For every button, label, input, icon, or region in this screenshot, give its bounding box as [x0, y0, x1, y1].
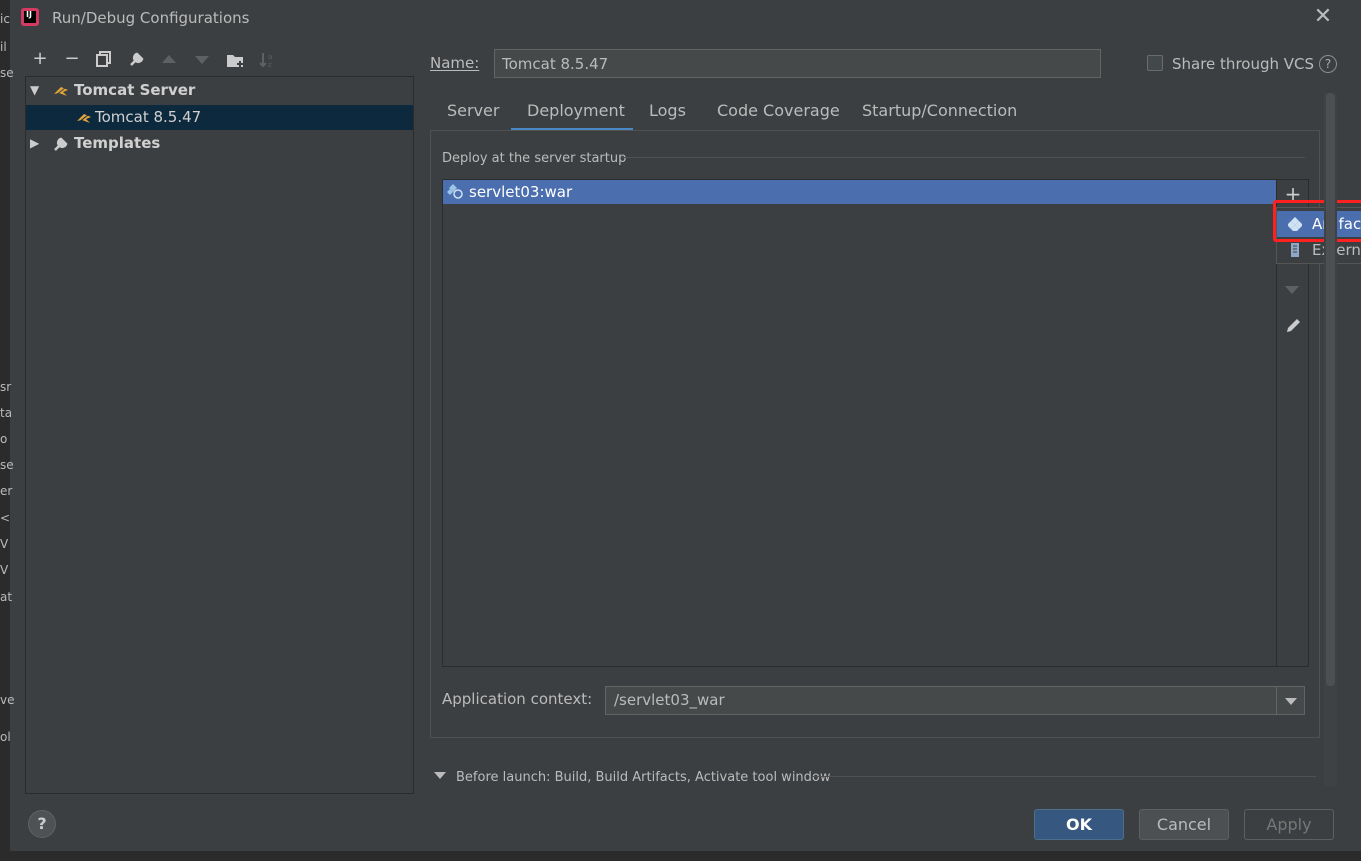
edit-defaults-button[interactable] — [128, 50, 146, 68]
application-context-label: Application context: — [442, 690, 593, 708]
background-window-bottom — [0, 851, 1361, 861]
external-source-icon — [1291, 243, 1299, 257]
highlight-annotation-box — [1273, 200, 1361, 242]
name-label: Name: — [430, 54, 480, 72]
tree-item-label: Templates — [74, 134, 161, 152]
intellij-app-icon: IJ — [21, 8, 39, 26]
copy-configuration-button[interactable] — [95, 50, 113, 68]
move-down-icon[interactable] — [195, 56, 209, 64]
before-launch-label[interactable]: Before launch: Build, Build Artifacts, A… — [456, 770, 831, 785]
tomcat-icon — [77, 114, 91, 123]
tree-item-label: Tomcat Server — [74, 81, 196, 99]
cancel-button[interactable]: Cancel — [1139, 809, 1229, 840]
chevron-down-icon[interactable] — [1276, 687, 1304, 714]
move-up-icon[interactable] — [162, 55, 176, 63]
bg-text: ve — [0, 693, 15, 707]
artifact-war-icon — [447, 184, 463, 199]
vcs-help-icon[interactable]: ? — [1319, 55, 1337, 73]
share-through-vcs-label[interactable]: Share through VCS — [1172, 55, 1314, 73]
close-icon[interactable]: ✕ — [1312, 6, 1334, 28]
wrench-icon — [130, 52, 144, 66]
apply-button[interactable]: Apply — [1244, 809, 1334, 840]
move-down-icon[interactable] — [1285, 286, 1299, 294]
tab-logs[interactable]: Logs — [649, 101, 686, 131]
bg-text: V — [0, 537, 9, 551]
share-through-vcs-checkbox[interactable] — [1147, 55, 1163, 71]
expand-arrow-down-icon[interactable]: ▼ — [30, 78, 39, 103]
sort-configurations-button[interactable]: az — [259, 51, 277, 69]
add-configuration-button[interactable]: + — [30, 49, 50, 69]
help-button[interactable]: ? — [28, 810, 56, 838]
tab-server[interactable]: Server — [447, 101, 499, 131]
name-input[interactable] — [494, 49, 1101, 78]
tab-startup-connection[interactable]: Startup/Connection — [862, 101, 1017, 131]
application-context-combobox[interactable]: /servlet03_war — [605, 686, 1305, 715]
create-folder-button[interactable] — [226, 51, 246, 69]
bg-text: ol — [0, 730, 11, 744]
tree-item-tomcat-server[interactable]: ▼ Tomcat Server — [26, 78, 413, 103]
before-launch-divider — [812, 776, 1316, 777]
tree-item-templates[interactable]: ▶ Templates — [26, 131, 413, 156]
remove-configuration-button[interactable]: − — [62, 49, 82, 69]
pencil-icon — [1287, 319, 1300, 332]
sort-alphabetically-icon: az — [259, 53, 272, 69]
tab-code-coverage[interactable]: Code Coverage — [717, 101, 840, 131]
bg-text: er — [0, 484, 13, 498]
edit-deployment-button[interactable] — [1284, 315, 1304, 335]
bg-text: < — [0, 511, 11, 525]
tree-item-label: Tomcat 8.5.47 — [95, 108, 202, 126]
group-divider — [622, 157, 1305, 158]
list-item[interactable]: servlet03:war — [443, 180, 1276, 204]
bg-text: at — [0, 590, 13, 604]
svg-text:z: z — [268, 61, 272, 69]
window-title: Run/Debug Configurations — [52, 9, 250, 27]
bg-text: ic — [0, 12, 10, 26]
bg-text: V — [0, 563, 9, 577]
folder-add-icon — [227, 55, 243, 67]
bg-text: ta — [0, 406, 13, 420]
svg-text:a: a — [268, 53, 272, 61]
deploy-group-title: Deploy at the server startup — [442, 151, 627, 166]
scrollbar-thumb[interactable] — [1326, 93, 1335, 686]
deployment-item-label: servlet03:war — [469, 183, 573, 201]
bg-text: sr — [0, 380, 12, 394]
bg-text: o — [0, 432, 8, 446]
deployment-list[interactable] — [442, 179, 1277, 667]
bg-text: il — [0, 40, 7, 54]
bg-text: se — [0, 458, 14, 472]
expand-arrow-right-icon[interactable]: ▶ — [30, 131, 39, 156]
ok-button[interactable]: OK — [1034, 809, 1124, 840]
wrench-icon — [54, 137, 68, 151]
bg-text: se — [0, 66, 14, 80]
collapse-arrow-icon[interactable] — [434, 772, 446, 779]
app-icon-label: IJ — [26, 10, 32, 19]
tree-item-tomcat-8547[interactable]: Tomcat 8.5.47 — [26, 105, 413, 130]
copy-icon — [96, 51, 111, 67]
tab-deployment[interactable]: Deployment — [511, 101, 633, 131]
tomcat-icon — [54, 87, 68, 96]
background-window-strip: ic il se sr ta o se er < V V at ve ol — [0, 0, 14, 861]
application-context-value: /servlet03_war — [614, 691, 725, 709]
configuration-tree[interactable]: ▼ Tomcat Server Tomcat 8.5.47 ▶ Template… — [25, 76, 414, 794]
